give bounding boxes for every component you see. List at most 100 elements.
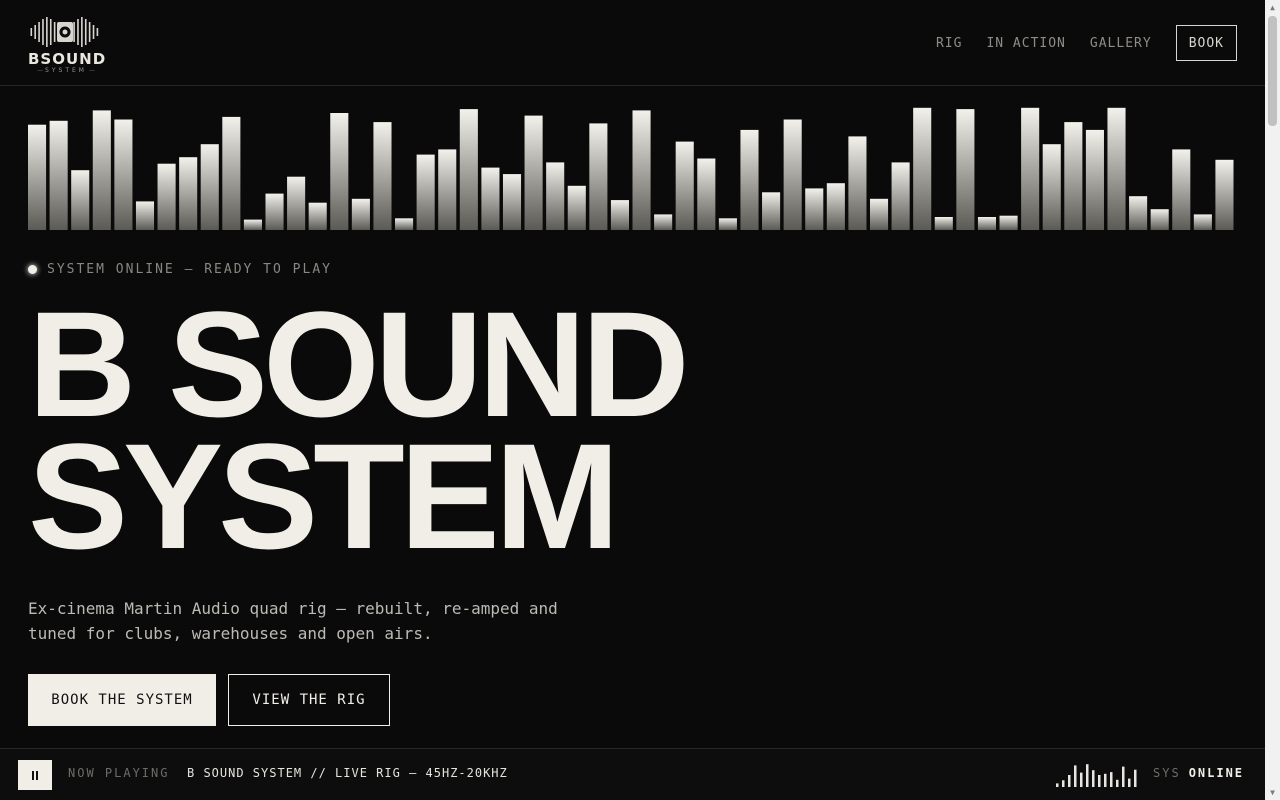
equalizer-bar <box>999 215 1018 230</box>
pause-icon <box>31 770 39 780</box>
mini-equalizer-icon <box>1056 764 1137 787</box>
mini-equalizer-bar <box>1092 770 1095 787</box>
system-indicator: SYS ONLINE <box>1153 766 1244 780</box>
equalizer-bar <box>373 122 392 230</box>
equalizer-bar <box>92 110 111 230</box>
logo-subtext: SYSTEM <box>28 67 104 74</box>
equalizer-bar <box>1021 107 1040 230</box>
mini-equalizer-bar <box>1128 778 1131 787</box>
equalizer-bar <box>891 162 910 230</box>
equalizer-bar <box>805 188 824 230</box>
mini-equalizer-bar <box>1122 766 1125 787</box>
scroll-down-icon[interactable]: ▼ <box>1265 785 1280 800</box>
mini-equalizer-bar <box>1074 765 1077 787</box>
equalizer-bar <box>308 202 327 230</box>
equalizer-bar <box>654 214 673 230</box>
equalizer-bar <box>977 217 997 230</box>
equalizer-bar <box>826 183 845 230</box>
equalizer-bar <box>222 116 241 230</box>
equalizer-bar <box>589 123 608 230</box>
mini-equalizer-bar <box>1110 772 1113 787</box>
mini-equalizer-bar <box>1116 779 1119 787</box>
equalizer-bar <box>869 198 889 230</box>
mini-equalizer-bar <box>1104 773 1107 787</box>
equalizer-bar <box>675 141 694 230</box>
hero-title: B SOUND SYSTEM <box>28 280 690 580</box>
equalizer-bar <box>1064 122 1083 230</box>
equalizer-bar <box>416 154 435 230</box>
pause-button[interactable] <box>18 760 52 790</box>
now-playing-label: NOW PLAYING <box>68 766 170 780</box>
equalizer-bar <box>200 144 219 230</box>
equalizer-bar <box>157 163 176 230</box>
nav-link-gallery[interactable]: GALLERY <box>1090 36 1152 51</box>
brand-logo[interactable]: BSOUND SYSTEM <box>28 12 106 74</box>
site-header: BSOUND SYSTEM RIG IN ACTION GALLERY BOOK <box>0 0 1265 86</box>
equalizer-visualizer <box>28 107 1234 230</box>
equalizer-bar <box>438 149 457 230</box>
equalizer-bar <box>1107 107 1126 230</box>
main-nav: RIG IN ACTION GALLERY BOOK <box>912 25 1237 61</box>
page-scrollbar[interactable]: ▲ ▼ <box>1265 0 1280 800</box>
equalizer-bar <box>610 200 629 230</box>
equalizer-bar <box>1129 196 1148 230</box>
equalizer-bar <box>114 119 133 230</box>
equalizer-bar <box>718 218 737 230</box>
book-the-system-button[interactable]: BOOK THE SYSTEM <box>28 674 216 726</box>
equalizer-bar <box>697 158 716 230</box>
nav-link-in-action[interactable]: IN ACTION <box>986 36 1065 51</box>
hero-title-line-1: B SOUND <box>28 280 690 448</box>
view-the-rig-button[interactable]: VIEW THE RIG <box>228 674 390 726</box>
equalizer-bar <box>1150 209 1169 230</box>
equalizer-bar <box>934 217 953 230</box>
equalizer-bar <box>459 109 478 230</box>
equalizer-bar <box>351 198 370 230</box>
equalizer-bar <box>71 170 90 230</box>
equalizer-bar <box>567 185 586 230</box>
equalizer-bar <box>1215 159 1234 230</box>
equalizer-bar <box>502 174 522 230</box>
equalizer-bar <box>1085 129 1104 230</box>
mini-equalizer-bar <box>1134 769 1137 787</box>
mini-equalizer-bar <box>1068 775 1071 787</box>
equalizer-bar <box>762 192 781 230</box>
mini-equalizer-bar <box>1098 775 1101 787</box>
sys-label: SYS <box>1153 766 1181 780</box>
equalizer-bar <box>330 113 349 230</box>
track-title: B SOUND SYSTEM // LIVE RIG — 45HZ-20KHZ <box>187 766 508 780</box>
equalizer-bar <box>135 201 155 230</box>
equalizer-bar <box>783 119 802 230</box>
equalizer-bar <box>913 107 932 230</box>
nav-link-rig[interactable]: RIG <box>936 36 962 51</box>
equalizer-bar <box>481 167 500 230</box>
hero-title-line-2: SYSTEM <box>28 412 620 580</box>
equalizer-bar <box>49 120 68 230</box>
equalizer-bar <box>956 109 975 230</box>
equalizer-bar <box>1042 144 1061 230</box>
equalizer-bar <box>265 193 284 230</box>
equalizer-bar <box>243 219 262 230</box>
equalizer-bar <box>524 115 543 230</box>
mini-equalizer-bar <box>1056 783 1059 787</box>
scroll-up-icon[interactable]: ▲ <box>1265 0 1280 15</box>
equalizer-bar <box>28 124 47 230</box>
scrollbar-thumb[interactable] <box>1268 16 1277 126</box>
mini-equalizer-bar <box>1080 772 1083 787</box>
equalizer-bar <box>546 162 565 230</box>
mini-equalizer-bar <box>1062 780 1065 787</box>
equalizer-bar <box>848 136 867 230</box>
equalizer-bar <box>1172 149 1191 230</box>
equalizer-bar <box>632 110 651 230</box>
equalizer-bar <box>395 218 414 230</box>
hero-subtitle: Ex-cinema Martin Audio quad rig — rebuil… <box>28 599 558 643</box>
equalizer-bar <box>179 157 198 230</box>
equalizer-bar <box>287 176 306 230</box>
nav-book-button[interactable]: BOOK <box>1175 25 1237 61</box>
system-status: SYSTEM ONLINE — READY TO PLAY <box>28 262 332 277</box>
sys-state: ONLINE <box>1188 766 1245 780</box>
status-dot-icon <box>28 265 37 274</box>
status-text: SYSTEM ONLINE — READY TO PLAY <box>47 262 332 277</box>
now-playing-bar: NOW PLAYING B SOUND SYSTEM // LIVE RIG —… <box>0 748 1265 800</box>
equalizer-bar <box>740 129 759 230</box>
equalizer-bar <box>1193 214 1212 230</box>
